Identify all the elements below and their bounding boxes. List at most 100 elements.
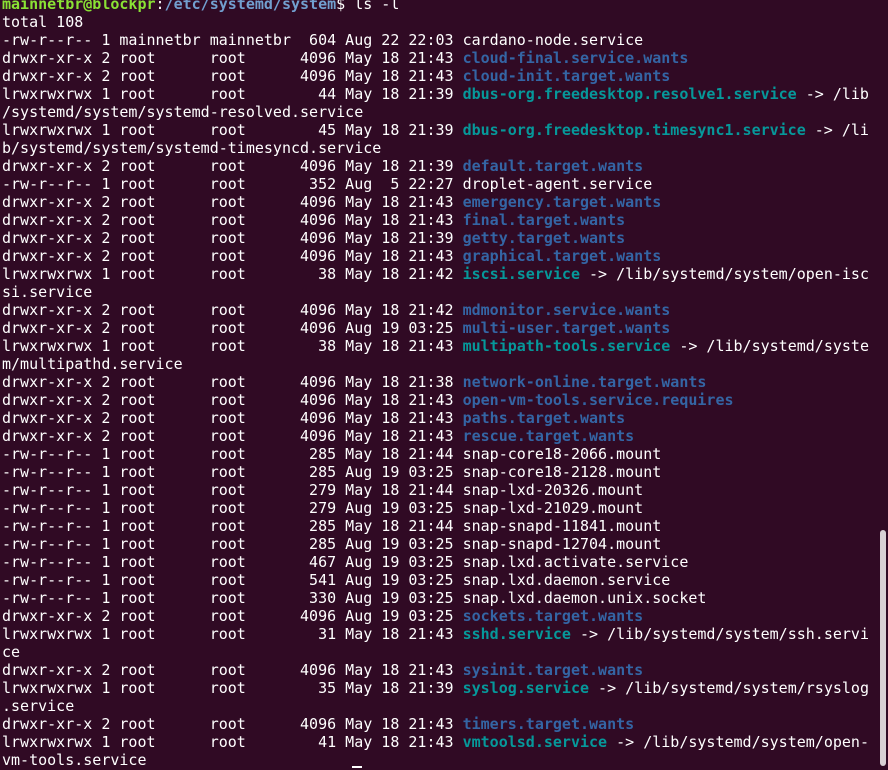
listing-line: -rw-r--r-- 1 root root 279 May 18 21:44 … [2,481,888,499]
listing-meta: drwxr-xr-x 2 root root 4096 May 18 21:39 [2,229,463,247]
listing-line: drwxr-xr-x 2 root root 4096 May 18 21:43… [2,427,888,445]
listing-meta: drwxr-xr-x 2 root root 4096 May 18 21:43 [2,247,463,265]
listing-line: lrwxrwxrwx 1 root root 41 May 18 21:43 v… [2,733,888,751]
listing-name-dir: network-online.target.wants [462,373,707,391]
listing-line: drwxr-xr-x 2 root root 4096 May 18 21:43… [2,661,888,679]
prompt-path: /etc/systemd/system [164,0,337,13]
listing-meta: m/multipathd.service [2,355,183,373]
listing-meta: drwxr-xr-x 2 root root 4096 Aug 19 03:25 [2,319,463,337]
listing-name-file: snap-snapd-11841.mount [462,517,662,535]
listing-meta: -rw-r--r-- 1 root root 467 Aug 19 03:25 [2,553,463,571]
listing-line: drwxr-xr-x 2 root root 4096 May 18 21:43… [2,715,888,733]
listing-line: -rw-r--r-- 1 root root 285 Aug 19 03:25 … [2,535,888,553]
listing-line: drwxr-xr-x 2 root root 4096 May 18 21:38… [2,373,888,391]
listing-meta: -rw-r--r-- 1 mainnetbr mainnetbr 604 Aug… [2,31,463,49]
listing-meta: drwxr-xr-x 2 root root 4096 May 18 21:42 [2,301,463,319]
listing-meta: si.service [2,283,93,301]
prompt-symbol: $ [336,0,355,13]
listing-name-dir: sysinit.target.wants [462,661,644,679]
listing-line: lrwxrwxrwx 1 root root 44 May 18 21:39 d… [2,85,888,103]
listing-line: drwxr-xr-x 2 root root 4096 May 18 21:39… [2,157,888,175]
listing-line: drwxr-xr-x 2 root root 4096 May 18 21:42… [2,301,888,319]
listing-meta: drwxr-xr-x 2 root root 4096 May 18 21:38 [2,373,463,391]
listing-meta: drwxr-xr-x 2 root root 4096 May 18 21:43 [2,49,463,67]
terminal-window[interactable]: mainnetbr@blockpr:/etc/systemd/system$ l… [0,0,888,770]
listing-name-link: dbus-org.freedesktop.timesync1.service [462,121,806,139]
listing-meta: drwxr-xr-x 2 root root 4096 May 18 21:39 [2,157,463,175]
listing-name-link: syslog.service [462,679,590,697]
listing-line: m/multipathd.service [2,355,888,373]
listing-name-dir: getty.target.wants [462,229,626,247]
listing-meta: -rw-r--r-- 1 root root 279 Aug 19 03:25 [2,499,463,517]
listing-name-dir: emergency.target.wants [462,193,662,211]
listing-link-target: -> /li [805,121,869,139]
listing-link-target: -> /lib/systemd/system/rsyslog [589,679,869,697]
listing-name-file: snap-snapd-12704.mount [462,535,662,553]
listing-name-dir: cloud-init.target.wants [462,67,671,85]
listing-meta: drwxr-xr-x 2 root root 4096 May 18 21:43 [2,661,463,679]
text-cursor [352,766,362,768]
listing-meta: lrwxrwxrwx 1 root root 38 May 18 21:43 [2,337,463,355]
listing-meta: lrwxrwxrwx 1 root root 35 May 18 21:39 [2,679,463,697]
listing-name-file: cardano-node.service [462,31,644,49]
listing-line: drwxr-xr-x 2 root root 4096 May 18 21:43… [2,247,888,265]
listing-name-dir: multi-user.target.wants [462,319,671,337]
listing-name-dir: paths.target.wants [462,409,626,427]
listing-line: drwxr-xr-x 2 root root 4096 Aug 19 03:25… [2,607,888,625]
listing-name-link: multipath-tools.service [462,337,671,355]
listing-line: -rw-r--r-- 1 root root 285 May 18 21:44 … [2,517,888,535]
listing-name-file: snap.lxd.daemon.unix.socket [462,589,707,607]
listing-name-file: snap-core18-2066.mount [462,445,662,463]
listing-name-dir: mdmonitor.service.wants [462,301,671,319]
listing-name-file: snap.lxd.activate.service [462,553,689,571]
total-line: total 108 [2,13,84,31]
listing-line: drwxr-xr-x 2 root root 4096 May 18 21:43… [2,391,888,409]
listing-line: -rw-r--r-- 1 root root 285 Aug 19 03:25 … [2,463,888,481]
prompt-user-host: mainnetbr@blockpr [2,0,156,13]
listing-meta: ce [2,643,21,661]
listing-meta: /systemd/system/systemd-resolved.service [2,103,364,121]
listing-line: -rw-r--r-- 1 root root 541 Aug 19 03:25 … [2,571,888,589]
listing-name-link: dbus-org.freedesktop.resolve1.service [462,85,797,103]
listing-meta: -rw-r--r-- 1 root root 279 May 18 21:44 [2,481,463,499]
listing-meta: -rw-r--r-- 1 root root 285 May 18 21:44 [2,445,463,463]
listing-line: -rw-r--r-- 1 root root 285 May 18 21:44 … [2,445,888,463]
listing-line: lrwxrwxrwx 1 root root 38 May 18 21:43 m… [2,337,888,355]
listing-line: -rw-r--r-- 1 root root 279 Aug 19 03:25 … [2,499,888,517]
listing-meta: lrwxrwxrwx 1 root root 38 May 18 21:42 [2,265,463,283]
listing-line: lrwxrwxrwx 1 root root 45 May 18 21:39 d… [2,121,888,139]
listing-meta: lrwxrwxrwx 1 root root 44 May 18 21:39 [2,85,463,103]
listing-line: .service [2,697,888,715]
listing-name-dir: rescue.target.wants [462,427,635,445]
listing-meta: drwxr-xr-x 2 root root 4096 May 18 21:43 [2,409,463,427]
listing-line: -rw-r--r-- 1 root root 467 Aug 19 03:25 … [2,553,888,571]
listing-meta: .service [2,697,75,715]
scrollbar-thumb[interactable] [880,530,886,766]
terminal-output: mainnetbr@blockpr:/etc/systemd/system$ l… [2,0,888,769]
listing-link-target: -> /lib [796,85,869,103]
listing-meta: lrwxrwxrwx 1 root root 41 May 18 21:43 [2,733,463,751]
listing-meta: vm-tools.service [2,751,147,769]
listing-line: drwxr-xr-x 2 root root 4096 May 18 21:43… [2,67,888,85]
listing-name-dir: graphical.target.wants [462,247,662,265]
listing-link-target: -> /lib/systemd/system/open-isc [579,265,869,283]
listing-meta: drwxr-xr-x 2 root root 4096 Aug 19 03:25 [2,607,463,625]
listing-line: -rw-r--r-- 1 root root 330 Aug 19 03:25 … [2,589,888,607]
listing-meta: -rw-r--r-- 1 root root 285 Aug 19 03:25 [2,535,463,553]
listing-meta: drwxr-xr-x 2 root root 4096 May 18 21:43 [2,715,463,733]
prompt-separator: : [155,0,165,13]
listing-meta: lrwxrwxrwx 1 root root 45 May 18 21:39 [2,121,463,139]
listing-line: ce [2,643,888,661]
listing-meta: -rw-r--r-- 1 root root 285 Aug 19 03:25 [2,463,463,481]
listing-meta: drwxr-xr-x 2 root root 4096 May 18 21:43 [2,211,463,229]
listing-line: lrwxrwxrwx 1 root root 31 May 18 21:43 s… [2,625,888,643]
listing-name-link: sshd.service [462,625,571,643]
listing-name-file: snap-lxd-21029.mount [462,499,644,517]
listing-line: lrwxrwxrwx 1 root root 38 May 18 21:42 i… [2,265,888,283]
listing-meta: drwxr-xr-x 2 root root 4096 May 18 21:43 [2,193,463,211]
listing-name-file: snap.lxd.daemon.service [462,571,671,589]
listing-link-target: -> /lib/systemd/system/open- [607,733,869,751]
listing-meta: -rw-r--r-- 1 root root 285 May 18 21:44 [2,517,463,535]
listing-name-file: snap-core18-2128.mount [462,463,662,481]
listing-meta: drwxr-xr-x 2 root root 4096 May 18 21:43 [2,391,463,409]
